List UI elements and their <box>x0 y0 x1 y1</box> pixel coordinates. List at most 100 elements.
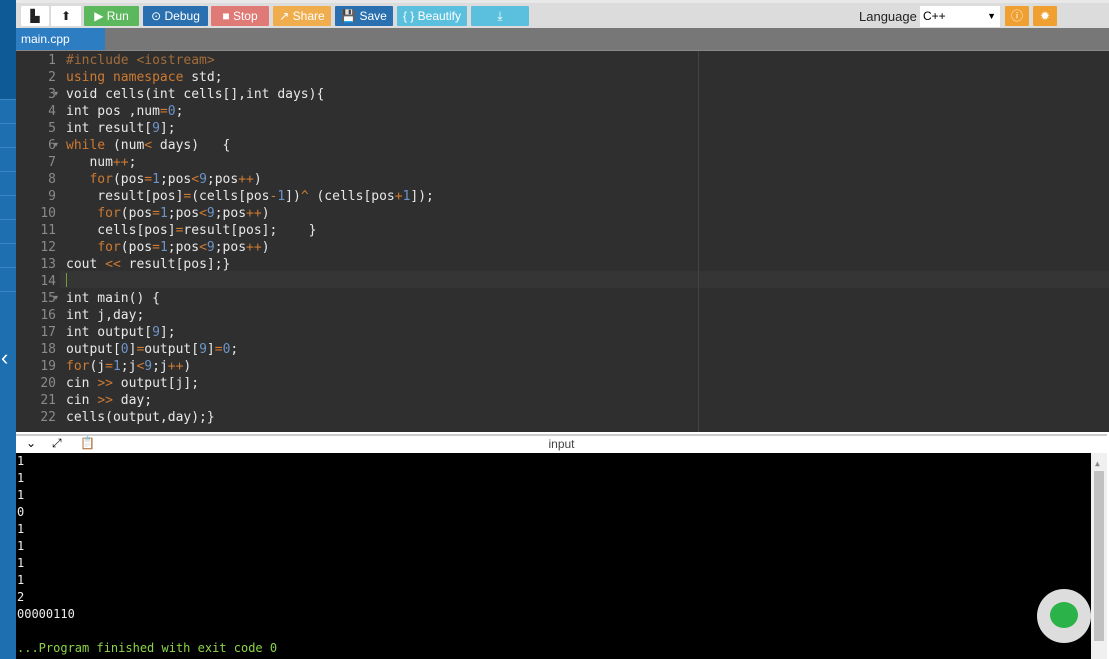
collapse-sidebar-icon[interactable]: ‹ <box>1 345 8 371</box>
code-line: int pos ,num=0; <box>66 103 183 120</box>
code-token: 1 <box>112 359 121 374</box>
code-token: = <box>159 104 168 119</box>
console-line: 1 <box>17 522 25 536</box>
info-button[interactable]: ⓘ <box>1005 6 1029 26</box>
code-line: using namespace std; <box>66 69 223 86</box>
code-token: ]) <box>285 189 301 204</box>
code-token: = <box>152 206 160 221</box>
file-tabs: main.cpp <box>16 28 1109 50</box>
code-token: ;pos <box>167 240 200 255</box>
download-button[interactable]: ⤓ <box>471 6 529 26</box>
share-button[interactable]: ↗ Share <box>273 6 331 26</box>
code-token: cells[pos] <box>66 223 176 238</box>
scrollbar-thumb[interactable] <box>1094 471 1104 641</box>
input-label: input <box>548 437 575 451</box>
line-number: 4 <box>48 104 56 119</box>
active-line <box>16 271 1109 288</box>
code-token: cin <box>66 393 98 408</box>
code-token: ]; <box>159 325 176 340</box>
code-token: 0 <box>167 104 176 119</box>
code-token: ]; <box>159 121 176 136</box>
code-line: #include <iostream> <box>66 52 215 69</box>
code-line: int j,day; <box>66 307 144 324</box>
code-token: (pos <box>120 240 153 255</box>
code-token: for <box>66 359 90 374</box>
code-token: ;pos <box>214 206 247 221</box>
console-line: 1 <box>17 556 25 570</box>
code-token: 1 <box>277 189 286 204</box>
code-token: 9 <box>152 325 160 340</box>
exit-status: ...Program finished with exit code 0 <box>17 641 278 655</box>
console-line: 0 <box>17 505 25 519</box>
code-line: output[0]=output[9]=0; <box>66 341 238 358</box>
code-line: for(j=1;j<9;j++) <box>66 358 191 375</box>
beautify-button[interactable]: { } Beautify <box>397 6 467 26</box>
stop-button[interactable]: ■ Stop <box>211 6 269 26</box>
fold-toggle-icon[interactable]: ▾ <box>54 293 58 302</box>
settings-button[interactable]: ✹ <box>1033 6 1057 26</box>
scroll-up-icon[interactable]: ▲ <box>1095 455 1100 472</box>
code-token: for <box>97 240 121 255</box>
console-line: 00000110 <box>17 607 75 621</box>
console-scrollbar[interactable]: ▲ <box>1091 453 1107 659</box>
code-token: 9 <box>199 342 207 357</box>
tab-main-cpp[interactable]: main.cpp <box>16 28 105 50</box>
fold-toggle-icon[interactable]: ▾ <box>54 140 58 149</box>
code-token: int j,day; <box>66 308 145 323</box>
line-number: 13 <box>40 257 56 272</box>
code-line: for(pos=1;pos<9;pos++) <box>66 205 270 222</box>
code-token: ; <box>128 155 137 170</box>
code-token: num <box>66 155 113 170</box>
console-line: 1 <box>17 573 25 587</box>
code-line: cin >> output[j]; <box>66 375 199 392</box>
code-token: #include <iostream> <box>66 53 215 68</box>
code-token: ;pos <box>206 172 239 187</box>
debug-button[interactable]: ⊙ Debug <box>143 6 208 26</box>
save-button[interactable]: 💾 Save <box>335 6 393 26</box>
code-token: while <box>66 138 106 153</box>
line-number: 11 <box>40 223 56 238</box>
chat-button[interactable] <box>1037 589 1091 643</box>
language-label: Language <box>859 9 917 24</box>
code-token: ) <box>261 206 270 221</box>
code-token: (pos <box>112 172 145 187</box>
line-number: 7 <box>48 155 56 170</box>
code-token: 1 <box>152 172 160 187</box>
code-token: ;j <box>120 359 137 374</box>
upload-button[interactable]: ⬆ <box>51 6 81 26</box>
code-token: days) { <box>152 138 231 153</box>
left-sidebar: ‹ <box>0 0 16 659</box>
console-line: 2 <box>17 590 25 604</box>
run-button[interactable]: ▶ Run <box>84 6 139 26</box>
line-number: 17 <box>40 325 56 340</box>
code-editor[interactable]: 1 2 3 ▾ 4 5 6 ▾ 7 8 9 10 11 12 13 14 15 ▾ 16 17 18 19 20 21 22 #… <box>16 50 1109 432</box>
code-token: result[pos];} <box>120 257 231 272</box>
code-token: result[pos]; } <box>183 223 317 238</box>
new-file-button[interactable]: ▙ <box>21 6 49 26</box>
console-output[interactable]: 1 1 1 0 1 1 1 1 2 00000110 ...Program finished wit… <box>16 453 1107 659</box>
language-select[interactable]: C++ ▼ <box>920 6 1000 27</box>
code-line: num++; <box>66 154 136 171</box>
code-line: int output[9]; <box>66 324 176 341</box>
code-token: ;pos <box>159 172 192 187</box>
line-number: 2 <box>48 70 56 85</box>
code-token: 9 <box>206 240 215 255</box>
line-number: 22 <box>40 410 56 425</box>
fold-toggle-icon[interactable]: ▾ <box>54 89 58 98</box>
code-token: 9 <box>206 206 215 221</box>
code-token: = <box>144 172 153 187</box>
code-token: void cells(int cells[],int days){ <box>66 87 325 102</box>
console-line: 1 <box>17 454 25 468</box>
code-token: ;pos <box>167 206 200 221</box>
code-line: void cells(int cells[],int days){ <box>66 86 324 103</box>
code-token: << <box>105 257 121 272</box>
line-number: 16 <box>40 308 56 323</box>
code-token: ++ <box>246 206 262 221</box>
line-number: 12 <box>40 240 56 255</box>
code-token: output[ <box>144 342 200 357</box>
code-token: ++ <box>238 172 254 187</box>
code-token: cout <box>66 257 106 272</box>
code-token: for <box>97 206 121 221</box>
